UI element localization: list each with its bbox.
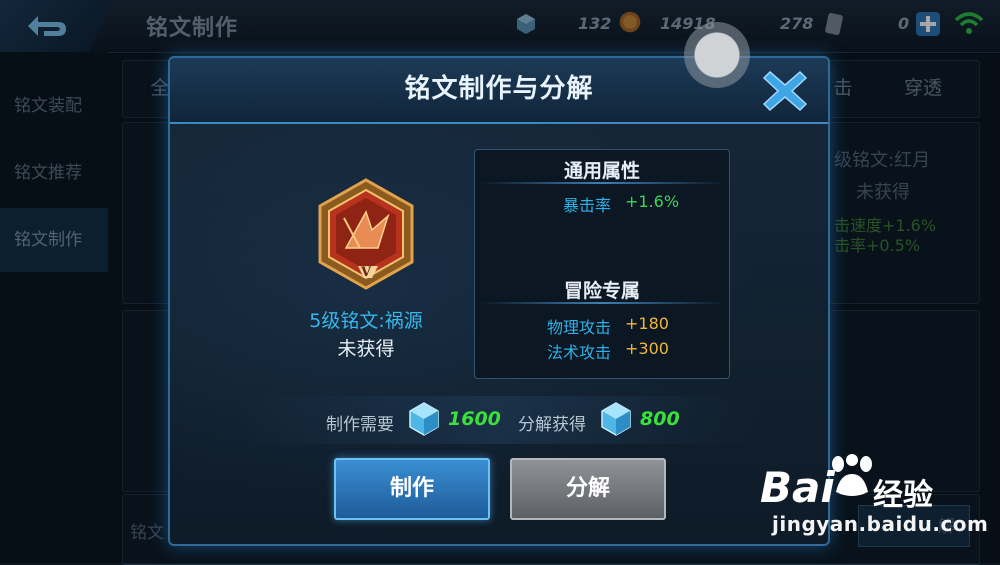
stat-row: 物理攻击 +180 xyxy=(475,314,729,338)
watermark-brand: Bai xyxy=(760,463,835,512)
adventure-attr-title: 冒险专属 xyxy=(563,280,640,302)
craft-cost-label: 制作需要 xyxy=(326,415,394,435)
attribute-panel: 通用属性 暴击率 +1.6% 冒险专属 物理攻击 +180 法术攻击 +300 xyxy=(474,149,730,379)
watermark-url: jingyan.baidu.com xyxy=(772,512,989,536)
decompose-gain-label: 分解获得 xyxy=(518,415,586,435)
stat-row: 暴击率 +1.6% xyxy=(475,192,729,216)
stat-key: 暴击率 xyxy=(562,196,611,215)
crystal-icon xyxy=(409,402,439,436)
craft-button[interactable]: 制作 xyxy=(334,458,490,520)
watermark-brand-cn: 经验 xyxy=(873,478,933,513)
assistive-touch-button[interactable] xyxy=(684,22,750,88)
craft-decompose-dialog: 铭文制作与分解 V 5级铭文:祸源 未获得 通用属性 暴击率 +1.6% 冒险专… xyxy=(168,56,830,546)
rune-level-mark: V xyxy=(360,265,372,280)
stat-value: +300 xyxy=(625,339,669,358)
decompose-gain-value: 800 xyxy=(640,408,680,430)
general-attr-title: 通用属性 xyxy=(563,160,640,182)
stat-row: 法术攻击 +300 xyxy=(475,339,729,363)
rune-status: 未获得 xyxy=(337,338,395,360)
rune-emblem-icon: V xyxy=(318,178,414,290)
decompose-button[interactable]: 分解 xyxy=(510,458,666,520)
stat-key: 法术攻击 xyxy=(546,343,611,362)
rune-name: 5级铭文:祸源 xyxy=(309,310,423,332)
craft-cost-value: 1600 xyxy=(448,408,501,430)
stat-key: 物理攻击 xyxy=(546,318,611,337)
stat-value: +1.6% xyxy=(625,192,680,211)
stat-value: +180 xyxy=(625,314,669,333)
crystal-icon xyxy=(601,402,631,436)
close-icon[interactable] xyxy=(762,68,808,114)
